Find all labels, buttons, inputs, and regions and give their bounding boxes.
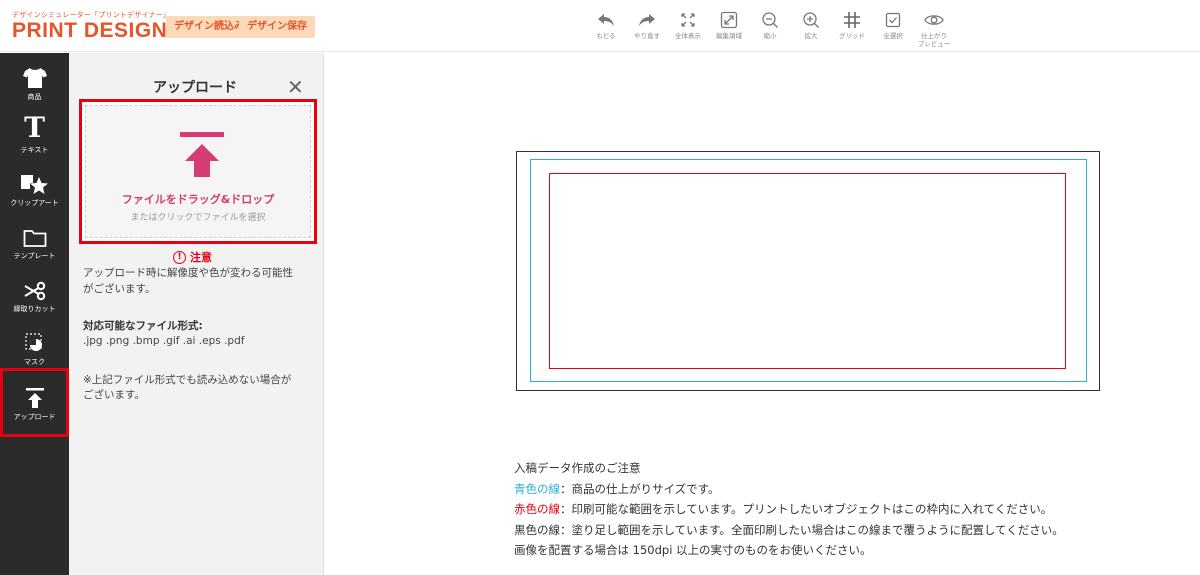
note-text-1: ※上記ファイル形式でも読み込めない場合が (83, 374, 292, 386)
text-icon: T (24, 111, 45, 144)
close-icon[interactable]: ✕ (287, 75, 304, 99)
mask-icon (0, 324, 69, 354)
drop-zone-hint: またはクリックでファイルを選択 (130, 213, 266, 223)
tshirt-icon (0, 59, 69, 89)
sidebar-label-clipart: クリップアート (10, 199, 59, 207)
scissors-icon (0, 271, 69, 301)
drop-zone-area[interactable]: ファイルをドラッグ&ドロップ またはクリックでファイルを選択 (85, 105, 311, 238)
submission-notes: 入稿データ作成のご注意 青色の線：商品の仕上がりサイズです。 赤色の線：印刷可能… (514, 458, 1064, 561)
print-area-red-line (549, 173, 1066, 369)
panel-title: アップロード (153, 80, 237, 96)
fit-view-button[interactable]: 全体表示 (670, 8, 706, 48)
grid-button[interactable]: グリッド (834, 8, 870, 48)
warning-icon: ! (173, 250, 186, 264)
zoom-in-icon (793, 8, 829, 32)
notes-red-line: 赤色の線：印刷可能な範囲を示しています。プリントしたいオブジェクトはこの枠内に入… (514, 499, 1064, 520)
header: デザインシミュレーター「プリントデザイナー」 PRINT DESIGNER デザ… (0, 0, 1200, 52)
zoom-out-label: 縮小 (763, 32, 777, 40)
sidebar-item-outline-cut[interactable]: 縁取りカット (0, 271, 69, 314)
drop-zone-label: ファイルをドラッグ&ドロップ (121, 193, 275, 206)
file-drop-zone[interactable]: ファイルをドラッグ&ドロップ またはクリックでファイルを選択 (79, 99, 317, 244)
caution-text-1: アップロード時に解像度や色が変わる可能性 (83, 267, 293, 279)
fit-view-label: 全体表示 (675, 32, 701, 40)
sidebar-label-product: 商品 (27, 93, 42, 101)
notes-blue-line: 青色の線：商品の仕上がりサイズです。 (514, 479, 1064, 500)
preview-button[interactable]: 仕上がり プレビュー (916, 8, 952, 48)
zoom-out-icon (752, 8, 788, 32)
caution-label: 注意 (190, 251, 212, 264)
red-line-text: ：印刷可能な範囲を示しています。プリントしたいオブジェクトはこの枠内に入れてくだ… (560, 502, 1053, 516)
formats-list: .jpg .png .bmp .gif .ai .eps .pdf (83, 335, 245, 347)
redo-button[interactable]: やり直す (629, 8, 665, 48)
undo-button[interactable]: もどる (588, 8, 624, 48)
zoom-in-label: 拡大 (804, 32, 818, 40)
folder-icon (0, 218, 69, 248)
sidebar-item-product[interactable]: 商品 (0, 59, 69, 102)
red-line-label: 赤色の線 (514, 502, 560, 516)
select-all-icon (875, 8, 911, 32)
select-all-button[interactable]: 全選択 (875, 8, 911, 48)
sidebar-item-clipart[interactable]: クリップアート (0, 165, 69, 208)
redo-icon (629, 8, 665, 32)
design-canvas[interactable]: 入稿データ作成のご注意 青色の線：商品の仕上がりサイズです。 赤色の線：印刷可能… (325, 53, 1200, 575)
zoom-in-button[interactable]: 拡大 (793, 8, 829, 48)
notes-black-line: 黒色の線：塗り足し範囲を示しています。全面印刷したい場合はこの線まで覆うように配… (514, 522, 1064, 537)
sidebar-item-mask[interactable]: マスク (0, 324, 69, 367)
fit-view-icon (670, 8, 706, 32)
select-all-label: 全選択 (883, 32, 903, 40)
caution-text-2: がございます。 (83, 283, 156, 295)
sidebar-item-text[interactable]: T テキスト (0, 112, 69, 155)
zoom-out-button[interactable]: 縮小 (752, 8, 788, 48)
preview-label-2: プレビュー (917, 40, 951, 48)
grid-label: グリッド (839, 32, 865, 40)
sidebar-label-mask: マスク (24, 358, 45, 366)
eye-icon (916, 8, 952, 32)
tool-sidebar: 商品 T テキスト クリップアート テンプレート 縁取りカット マスク アップロ… (0, 53, 69, 575)
sidebar-label-upload: アップロード (13, 413, 56, 421)
grid-icon (834, 8, 870, 32)
design-save-button[interactable]: デザイン保存 (239, 16, 315, 38)
sidebar-label-outline-cut: 縁取りカット (13, 305, 56, 313)
preview-label-1: 仕上がり (921, 32, 947, 40)
sidebar-item-upload[interactable]: アップロード (0, 368, 69, 437)
notes-image-line: 画像を配置する場合は 150dpi 以上の実寸のものをお使いください。 (514, 543, 872, 557)
toolbar: もどる やり直す 全体表示 編集領域 縮小 拡大 グリッド 全選択 仕上がり プ… (588, 8, 957, 48)
sidebar-label-template: テンプレート (13, 252, 56, 260)
sidebar-label-text: テキスト (20, 146, 49, 154)
upload-panel: アップロード ✕ ファイルをドラッグ&ドロップ またはクリックでファイルを選択 … (69, 53, 324, 575)
blue-line-text: ：商品の仕上がりサイズです。 (560, 481, 720, 496)
clipart-icon (0, 165, 69, 195)
note-text-2: ございます。 (83, 389, 145, 401)
sidebar-item-template[interactable]: テンプレート (0, 218, 69, 261)
blue-line-label: 青色の線 (514, 481, 560, 496)
edit-area-icon (711, 8, 747, 32)
formats-title: 対応可能なファイル形式: (83, 320, 203, 332)
caution-heading: ! 注意 (173, 249, 212, 265)
upload-icon (3, 379, 66, 409)
notes-heading: 入稿データ作成のご注意 (514, 461, 641, 475)
edit-area-label: 編集領域 (716, 32, 742, 40)
upload-arrow-icon (176, 132, 228, 182)
edit-area-button[interactable]: 編集領域 (711, 8, 747, 48)
undo-icon (588, 8, 624, 32)
undo-label: もどる (596, 32, 616, 40)
redo-label: やり直す (634, 32, 660, 40)
